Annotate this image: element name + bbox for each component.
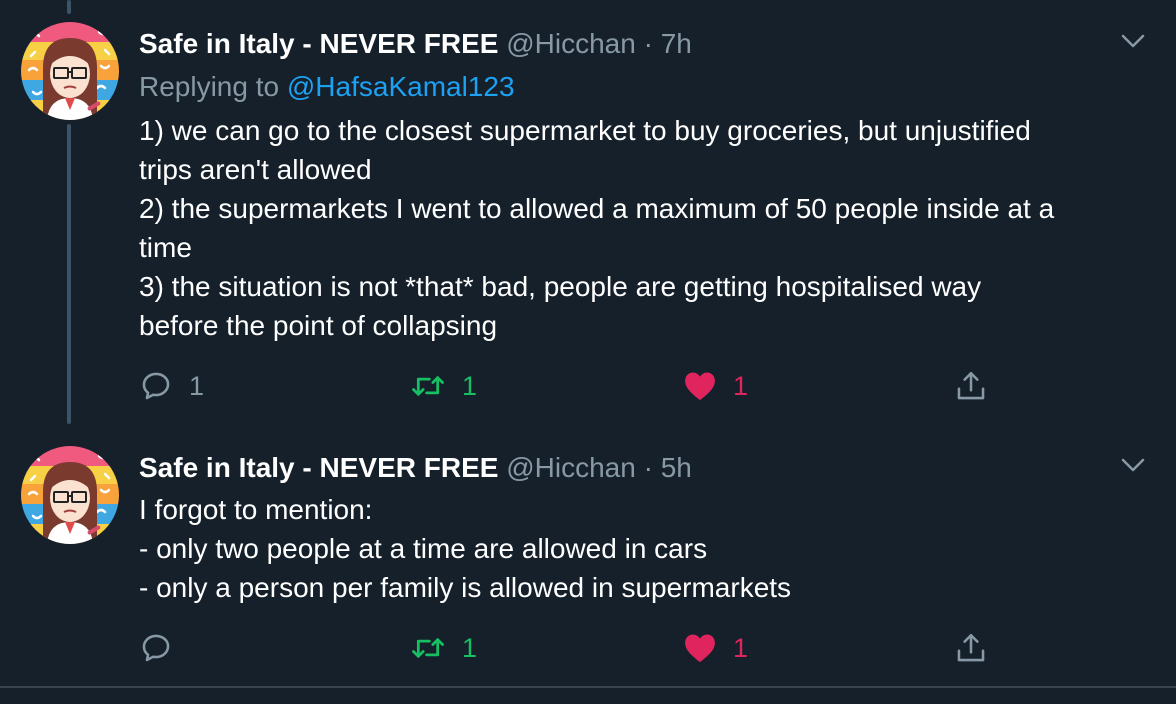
tweet-actions: 1 1 1: [139, 366, 999, 406]
reply-icon: [139, 631, 173, 665]
tweet-text-line: 2) the supermarkets I went to allowed a …: [139, 193, 1055, 224]
share-button[interactable]: [954, 628, 988, 668]
thread-line: [67, 124, 71, 424]
tweet-text-line: 3) the situation is not *that* bad, peop…: [139, 271, 982, 302]
retweet-icon: [410, 631, 446, 665]
separator-dot: ·: [643, 452, 653, 483]
retweet-count: 1: [462, 370, 478, 401]
tweet-text-line: before the point of collapsing: [139, 310, 498, 341]
reply-button[interactable]: 1: [139, 366, 204, 406]
replying-to: Replying to @HafsaKamal123: [139, 70, 515, 104]
retweet-icon: [410, 369, 446, 403]
retweet-count: 1: [462, 632, 478, 663]
tweet-text: 1) we can go to the closest supermarket …: [139, 111, 1169, 345]
mention-link[interactable]: @HafsaKamal123: [287, 71, 515, 102]
tweet[interactable]: Safe in Italy - NEVER FREE @Hicchan · 5h…: [0, 424, 1176, 686]
like-button[interactable]: 1: [683, 628, 748, 668]
tweet-header: Safe in Italy - NEVER FREE @Hicchan · 5h: [139, 451, 692, 485]
user-handle[interactable]: @Hicchan: [506, 28, 636, 59]
tweet-text-line: - only a person per family is allowed in…: [139, 572, 792, 603]
like-count: 1: [733, 370, 749, 401]
reply-count: 1: [189, 370, 205, 401]
reply-button[interactable]: [139, 628, 189, 668]
heart-icon: [683, 370, 717, 402]
heart-icon: [683, 632, 717, 664]
tweet-actions: 1 1: [139, 628, 999, 668]
like-count: 1: [733, 632, 749, 663]
retweet-button[interactable]: 1: [410, 366, 477, 406]
replying-to-label: Replying to: [139, 71, 280, 102]
avatar[interactable]: [21, 446, 119, 544]
tweet-text-line: trips aren't allowed: [139, 154, 372, 185]
share-icon: [954, 631, 988, 665]
timestamp[interactable]: 7h: [661, 28, 692, 59]
tweet-text-line: I forgot to mention:: [139, 494, 373, 525]
chevron-down-icon[interactable]: [1118, 30, 1148, 52]
separator-dot: ·: [643, 28, 653, 59]
timestamp[interactable]: 5h: [661, 452, 692, 483]
avatar[interactable]: [21, 22, 119, 120]
chevron-down-icon[interactable]: [1118, 454, 1148, 476]
thread-line: [67, 0, 71, 14]
share-icon: [954, 369, 988, 403]
reply-icon: [139, 369, 173, 403]
tweet-text-line: - only two people at a time are allowed …: [139, 533, 708, 564]
tweet-header: Safe in Italy - NEVER FREE @Hicchan · 7h: [139, 27, 692, 61]
like-button[interactable]: 1: [683, 366, 748, 406]
tweet[interactable]: Safe in Italy - NEVER FREE @Hicchan · 7h…: [0, 0, 1176, 424]
tweet-text-line: time: [139, 232, 192, 263]
display-name[interactable]: Safe in Italy - NEVER FREE: [139, 452, 498, 483]
tweet-text: I forgot to mention: - only two people a…: [139, 490, 1169, 607]
share-button[interactable]: [954, 366, 988, 406]
divider: [0, 686, 1176, 688]
retweet-button[interactable]: 1: [410, 628, 477, 668]
tweet-text-line: 1) we can go to the closest supermarket …: [139, 115, 1031, 146]
user-handle[interactable]: @Hicchan: [506, 452, 636, 483]
display-name[interactable]: Safe in Italy - NEVER FREE: [139, 28, 498, 59]
